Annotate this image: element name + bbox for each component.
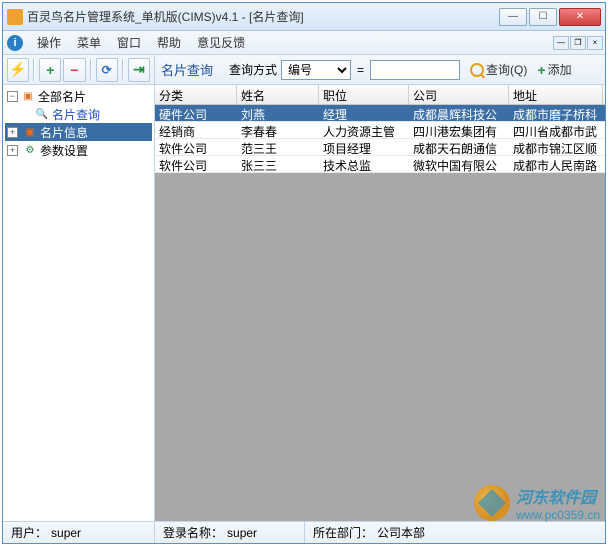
refresh-button[interactable]: ⟳ bbox=[96, 58, 118, 82]
bolt-button[interactable]: ⚡ bbox=[7, 58, 29, 82]
tree-item-label: 名片信息 bbox=[40, 124, 88, 141]
tree-item-settings[interactable]: + ⚙ 参数设置 bbox=[5, 141, 152, 159]
card-icon: ▣ bbox=[23, 125, 37, 139]
add-card-button[interactable]: + 添加 bbox=[537, 61, 571, 78]
sidebar-toolbar: ⚡ + − ⟳ ⇥ bbox=[3, 55, 154, 85]
plus-icon: + bbox=[537, 62, 545, 78]
status-dept-label: 所在部门： bbox=[313, 524, 373, 541]
query-input[interactable] bbox=[370, 60, 460, 80]
card-icon: ▣ bbox=[21, 89, 35, 103]
search-button[interactable]: 查询(Q) bbox=[470, 61, 527, 78]
expand-icon[interactable]: + bbox=[7, 145, 18, 156]
menu-help[interactable]: 帮助 bbox=[149, 31, 189, 54]
maximize-button[interactable]: ☐ bbox=[529, 8, 557, 26]
menubar: i 操作 菜单 窗口 帮助 意见反馈 — ❐ × bbox=[3, 31, 605, 55]
query-mode-label: 查询方式 bbox=[229, 61, 277, 78]
status-user: super bbox=[51, 526, 81, 540]
query-mode-select[interactable]: 编号 bbox=[281, 60, 351, 80]
status-user-label: 用户： bbox=[11, 524, 47, 541]
tree-item-query[interactable]: 🔍 名片查询 bbox=[5, 105, 152, 123]
col-position[interactable]: 职位 bbox=[319, 85, 409, 104]
col-category[interactable]: 分类 bbox=[155, 85, 237, 104]
minimize-button[interactable]: — bbox=[499, 8, 527, 26]
col-name[interactable]: 姓名 bbox=[237, 85, 319, 104]
grid-body: 硬件公司 刘燕 经理 成都晨辉科技公 成都市磨子桥科 经销商 李春春 人力资源主… bbox=[155, 105, 605, 173]
sidebar-tree: − ▣ 全部名片 🔍 名片查询 + ▣ 名片信息 bbox=[3, 85, 155, 161]
mdi-close-button[interactable]: × bbox=[587, 36, 603, 50]
grid-header: 分类 姓名 职位 公司 地址 bbox=[155, 85, 605, 105]
status-login: super bbox=[227, 526, 257, 540]
table-row[interactable]: 软件公司 张三三 技术总监 微软中国有限公 成都市人民南路 bbox=[155, 156, 605, 173]
search-icon: 🔍 bbox=[35, 107, 49, 121]
remove-button[interactable]: − bbox=[63, 58, 85, 82]
expand-icon[interactable]: + bbox=[7, 127, 18, 138]
table-row[interactable]: 硬件公司 刘燕 经理 成都晨辉科技公 成都市磨子桥科 bbox=[155, 105, 605, 122]
result-grid: 分类 姓名 职位 公司 地址 硬件公司 刘燕 经理 成都晨辉科技公 成都市磨子桥… bbox=[155, 85, 605, 521]
table-row[interactable]: 经销商 李春春 人力资源主管 四川港宏集团有 四川省成都市武 bbox=[155, 122, 605, 139]
col-company[interactable]: 公司 bbox=[409, 85, 509, 104]
status-dept: 公司本部 bbox=[377, 524, 425, 541]
tree-item-info[interactable]: + ▣ 名片信息 bbox=[5, 123, 152, 141]
menu-main[interactable]: 菜单 bbox=[69, 31, 109, 54]
close-button[interactable]: ✕ bbox=[559, 8, 601, 26]
tree-root-label: 全部名片 bbox=[38, 88, 86, 105]
equals-label: = bbox=[357, 63, 364, 77]
status-login-label: 登录名称： bbox=[163, 524, 223, 541]
window-title: 百灵鸟名片管理系统_单机版(CIMS)v4.1 - [名片查询] bbox=[27, 8, 499, 25]
statusbar: 用户： super 登录名称： super 所在部门： 公司本部 bbox=[3, 521, 605, 543]
app-icon bbox=[7, 9, 23, 25]
tree-item-label: 参数设置 bbox=[40, 142, 88, 159]
info-icon[interactable]: i bbox=[7, 35, 23, 51]
table-row[interactable]: 软件公司 范三王 项目经理 成都天石朗通信 成都市锦江区顺 bbox=[155, 139, 605, 156]
collapse-icon[interactable]: − bbox=[7, 91, 18, 102]
titlebar: 百灵鸟名片管理系统_单机版(CIMS)v4.1 - [名片查询] — ☐ ✕ bbox=[3, 3, 605, 31]
query-title: 名片查询 bbox=[161, 60, 213, 79]
col-address[interactable]: 地址 bbox=[509, 85, 603, 104]
menu-operate[interactable]: 操作 bbox=[29, 31, 69, 54]
tree-root[interactable]: − ▣ 全部名片 bbox=[5, 87, 152, 105]
mdi-restore-button[interactable]: ❐ bbox=[570, 36, 586, 50]
mdi-minimize-button[interactable]: — bbox=[553, 36, 569, 50]
exit-button[interactable]: ⇥ bbox=[128, 58, 150, 82]
add-button[interactable]: + bbox=[39, 58, 61, 82]
gear-icon: ⚙ bbox=[23, 143, 37, 157]
tree-item-label: 名片查询 bbox=[52, 106, 100, 123]
query-bar: 名片查询 查询方式 编号 = 查询(Q) + 添加 bbox=[155, 55, 605, 85]
menu-window[interactable]: 窗口 bbox=[109, 31, 149, 54]
menu-feedback[interactable]: 意见反馈 bbox=[189, 31, 253, 54]
magnifier-icon bbox=[470, 63, 484, 77]
